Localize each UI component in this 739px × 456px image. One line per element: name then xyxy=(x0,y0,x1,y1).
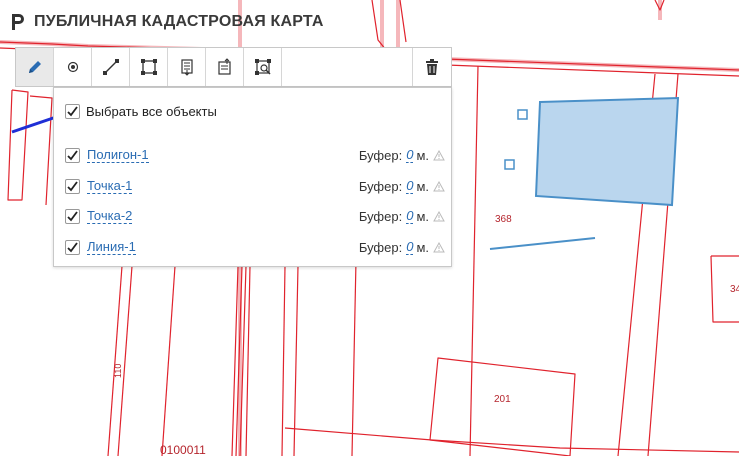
list-item-polygon-1: Полигон-1 Буфер: 0 м. xyxy=(65,145,445,165)
pencil-icon xyxy=(28,61,41,73)
buffer-field: Буфер: 0 м. xyxy=(359,239,445,255)
parcel-label-368: 368 xyxy=(495,214,512,225)
warning-icon xyxy=(433,180,445,192)
buffer-unit: м. xyxy=(416,208,429,224)
object-name-link[interactable]: Точка-1 xyxy=(87,178,133,194)
buffer-value-input[interactable]: 0 xyxy=(406,208,414,224)
toolbar-spacer xyxy=(282,48,413,86)
line-tool-button[interactable] xyxy=(92,48,130,86)
parcel-label-34: 34 xyxy=(730,284,739,295)
object-name-link[interactable]: Точка-2 xyxy=(87,208,133,224)
import-button[interactable] xyxy=(206,48,244,86)
select-all-row: Выбрать все объекты xyxy=(65,104,217,119)
checkmark-icon xyxy=(67,180,78,191)
area-search-icon xyxy=(254,59,271,75)
point-icon xyxy=(67,61,78,73)
list-item-line-1: Линия-1 Буфер: 0 м. xyxy=(65,237,445,257)
area-search-button[interactable] xyxy=(244,48,282,86)
checkmark-icon xyxy=(67,106,78,117)
delete-button[interactable] xyxy=(413,48,451,86)
polygon-tool-button[interactable] xyxy=(130,48,168,86)
warning-icon xyxy=(433,210,445,222)
draw-toolbar xyxy=(15,47,452,87)
object-name-link[interactable]: Линия-1 xyxy=(87,239,136,255)
page-title: ПУБЛИЧНАЯ КАДАСТРОВАЯ КАРТА xyxy=(34,13,324,30)
buffer-unit: м. xyxy=(416,147,429,163)
buffer-field: Буфер: 0 м. xyxy=(359,147,445,163)
buffer-value-input[interactable]: 0 xyxy=(406,239,414,255)
object-checkbox[interactable] xyxy=(65,239,80,255)
point-2 xyxy=(504,159,515,170)
buffer-unit: м. xyxy=(416,239,429,255)
object-list-button[interactable] xyxy=(168,48,206,86)
list-item-point-2: Точка-2 Буфер: 0 м. xyxy=(65,206,445,226)
point-1 xyxy=(517,109,528,120)
buffer-label: Буфер: xyxy=(358,178,403,194)
checkmark-icon xyxy=(67,210,78,221)
checkmark-icon xyxy=(67,241,78,252)
polygon-icon xyxy=(140,59,157,75)
buffer-value-input[interactable]: 0 xyxy=(406,147,414,163)
draw-pencil-button[interactable] xyxy=(16,48,54,86)
object-name-link[interactable]: Полигон-1 xyxy=(87,147,149,163)
select-all-checkbox[interactable] xyxy=(65,104,80,119)
buffer-unit: м. xyxy=(416,178,429,194)
object-checkbox[interactable] xyxy=(65,178,80,194)
import-icon xyxy=(217,58,231,75)
warning-icon xyxy=(433,241,445,253)
drawn-features xyxy=(489,96,680,250)
buffer-label: Буфер: xyxy=(358,147,403,163)
point-tool-button[interactable] xyxy=(54,48,92,86)
list-icon xyxy=(180,59,193,76)
objects-panel: Выбрать все объекты Полигон-1 Буфер: 0 м… xyxy=(53,87,452,267)
buffer-label: Буфер: xyxy=(358,239,403,255)
parcel-label-0100011: 0100011 xyxy=(160,443,206,456)
checkmark-icon xyxy=(67,149,78,160)
trash-icon xyxy=(426,59,438,75)
line-1 xyxy=(489,237,596,250)
select-all-label: Выбрать все объекты xyxy=(86,104,217,119)
buffer-field: Буфер: 0 м. xyxy=(359,178,445,194)
polygon-1 xyxy=(534,96,680,207)
line-icon xyxy=(102,59,119,75)
parcel-label-201: 201 xyxy=(494,394,511,405)
app-header: ПУБЛИЧНАЯ КАДАСТРОВАЯ КАРТА xyxy=(10,12,324,32)
buffer-field: Буфер: 0 м. xyxy=(359,208,445,224)
buffer-label: Буфер: xyxy=(358,208,403,224)
list-item-point-1: Точка-1 Буфер: 0 м. xyxy=(65,176,445,196)
warning-icon xyxy=(433,149,445,161)
parcel-label-110: 110 xyxy=(113,364,123,378)
object-checkbox[interactable] xyxy=(65,208,80,224)
object-checkbox[interactable] xyxy=(65,147,80,163)
cadastral-logo-icon xyxy=(12,14,24,30)
buffer-value-input[interactable]: 0 xyxy=(406,178,414,194)
